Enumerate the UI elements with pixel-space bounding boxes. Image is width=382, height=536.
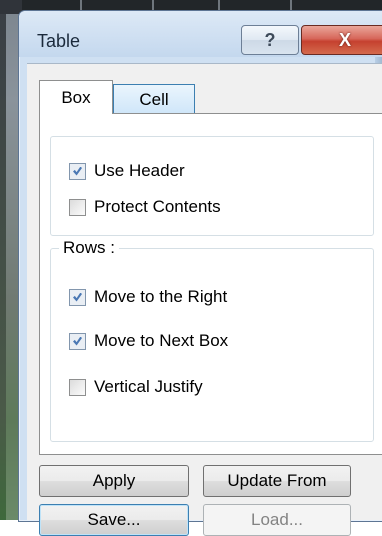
- table-dialog: Table ? X Box Cell Use Header Protect Co…: [18, 10, 382, 536]
- options-group: Use Header Protect Contents: [50, 136, 374, 236]
- use-header-option[interactable]: Use Header: [69, 159, 185, 183]
- use-header-label: Use Header: [94, 161, 185, 180]
- close-button[interactable]: X: [301, 25, 382, 55]
- background-left-dark-strip: [0, 14, 6, 520]
- vertical-justify-option[interactable]: Vertical Justify: [69, 375, 203, 399]
- tab-box[interactable]: Box: [39, 80, 113, 114]
- vertical-justify-label: Vertical Justify: [94, 377, 203, 396]
- rows-group: Rows : Move to the Right Move to Next Bo…: [50, 238, 374, 442]
- update-from-button[interactable]: Update From: [203, 465, 351, 497]
- move-right-option[interactable]: Move to the Right: [69, 285, 227, 309]
- help-button[interactable]: ?: [241, 25, 299, 55]
- protect-contents-option[interactable]: Protect Contents: [69, 195, 221, 219]
- help-icon: ?: [264, 29, 276, 50]
- apply-button[interactable]: Apply: [39, 465, 189, 497]
- vertical-justify-checkbox[interactable]: [69, 378, 86, 396]
- window-title: Table: [37, 31, 81, 51]
- titlebar[interactable]: Table ? X: [19, 11, 382, 57]
- move-next-box-checkbox[interactable]: [69, 332, 86, 350]
- rows-group-legend: Rows :: [59, 238, 119, 258]
- load-button: Load...: [203, 504, 351, 536]
- move-next-box-option[interactable]: Move to Next Box: [69, 329, 228, 353]
- save-button[interactable]: Save...: [39, 504, 189, 536]
- tab-cell[interactable]: Cell: [113, 84, 195, 114]
- protect-contents-label: Protect Contents: [94, 197, 221, 216]
- move-next-box-label: Move to Next Box: [94, 331, 229, 350]
- dialog-client-area: Box Cell Use Header Protect Contents Row…: [27, 63, 382, 536]
- use-header-checkbox[interactable]: [69, 162, 86, 180]
- protect-contents-checkbox[interactable]: [69, 198, 86, 216]
- move-right-checkbox[interactable]: [69, 288, 86, 306]
- close-icon: X: [338, 29, 351, 50]
- move-right-label: Move to the Right: [94, 287, 228, 306]
- tab-panel-box: Use Header Protect Contents Rows : Move …: [39, 113, 382, 455]
